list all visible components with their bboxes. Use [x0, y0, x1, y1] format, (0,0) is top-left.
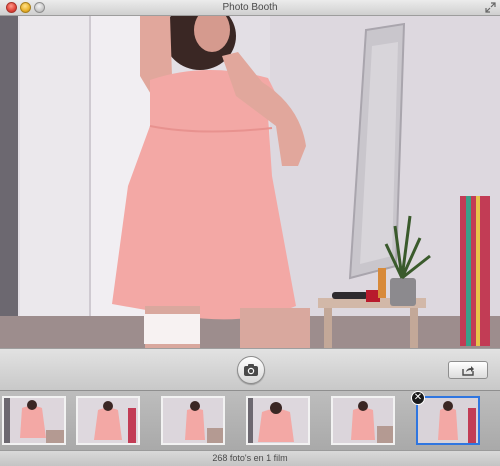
photo-thumbnail[interactable]	[2, 396, 66, 445]
remove-photo-button[interactable]: ✕	[411, 391, 425, 405]
camera-preview	[0, 16, 500, 348]
photo-thumbnail[interactable]	[331, 396, 395, 445]
fullscreen-icon[interactable]	[485, 2, 496, 13]
status-bar: 268 foto's en 1 film	[0, 450, 500, 466]
window-title: Photo Booth	[222, 2, 278, 13]
photo-booth-window: Photo Booth ✕ 268 foto's en 1 film	[0, 0, 500, 466]
filmstrip	[0, 390, 500, 451]
take-photo-button[interactable]	[237, 356, 265, 384]
camera-icon	[244, 364, 258, 376]
photo-thumbnail[interactable]	[246, 396, 310, 445]
control-bar	[0, 348, 500, 391]
close-icon: ✕	[413, 392, 423, 403]
photo-thumbnail[interactable]	[76, 396, 140, 445]
share-button[interactable]	[448, 361, 488, 379]
photo-thumbnail-selected[interactable]	[416, 396, 480, 445]
title-bar: Photo Booth	[0, 0, 500, 16]
photo-thumbnail[interactable]	[161, 396, 225, 445]
share-icon	[462, 366, 474, 376]
